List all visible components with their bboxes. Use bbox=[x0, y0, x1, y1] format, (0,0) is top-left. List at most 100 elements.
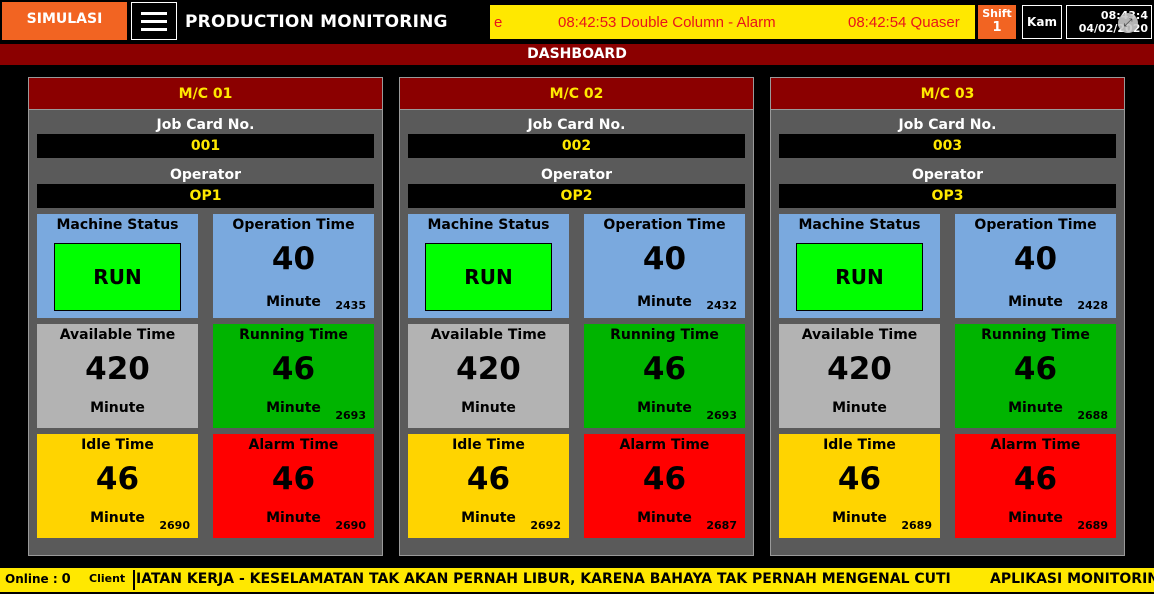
operation-time-label: Operation Time bbox=[603, 217, 726, 233]
shift-label: Shift bbox=[982, 7, 1012, 20]
idle-time-label: Idle Time bbox=[823, 437, 896, 453]
day-indicator: Kam bbox=[1022, 5, 1062, 39]
unit-label: Minute bbox=[832, 400, 887, 416]
top-bar: SIMULASI PRODUCTION MONITORING e 08:42:5… bbox=[0, 0, 1154, 42]
ticker-item-1: 08:42:53 Double Column - Alarm bbox=[558, 14, 776, 31]
alarm-time-value: 46 bbox=[271, 461, 316, 497]
footer-ticker-2: APLIKASI MONITORIN bbox=[990, 571, 1154, 587]
available-time-label: Available Time bbox=[59, 327, 176, 343]
machine-status-label: Machine Status bbox=[427, 217, 550, 233]
operation-time-label: Operation Time bbox=[232, 217, 355, 233]
job-card-label: Job Card No. bbox=[898, 117, 997, 133]
machine-name: M/C 02 bbox=[400, 78, 753, 110]
operation-count: 2435 bbox=[335, 299, 366, 312]
alarm-count: 2690 bbox=[335, 519, 366, 532]
running-time-tile: Running Time 46 Minute 2688 bbox=[955, 324, 1116, 428]
machine-name: M/C 01 bbox=[29, 78, 382, 110]
operation-count: 2428 bbox=[1077, 299, 1108, 312]
available-time-value: 420 bbox=[827, 351, 892, 387]
idle-time-tile: Idle Time 46 Minute 2689 bbox=[779, 434, 940, 538]
idle-time-value: 46 bbox=[837, 461, 882, 497]
idle-time-value: 46 bbox=[95, 461, 140, 497]
operator-label: Operator bbox=[541, 167, 612, 183]
status-badge: RUN bbox=[54, 243, 181, 311]
app-title: PRODUCTION MONITORING bbox=[185, 12, 448, 32]
shift-value: 1 bbox=[992, 20, 1002, 35]
idle-count: 2690 bbox=[159, 519, 190, 532]
alarm-ticker: e 08:42:53 Double Column - Alarm 08:42:5… bbox=[490, 5, 975, 39]
available-time-tile: Available Time 420 Minute bbox=[408, 324, 569, 428]
operation-time-value: 40 bbox=[271, 241, 316, 277]
available-time-label: Available Time bbox=[801, 327, 918, 343]
datetime-display: 08:43:4 04/02/2020 bbox=[1066, 5, 1152, 39]
operator-value: OP3 bbox=[779, 184, 1116, 208]
available-time-label: Available Time bbox=[430, 327, 547, 343]
operator-value: OP2 bbox=[408, 184, 745, 208]
running-time-tile: Running Time 46 Minute 2693 bbox=[584, 324, 745, 428]
idle-time-label: Idle Time bbox=[452, 437, 525, 453]
operator-value: OP1 bbox=[37, 184, 374, 208]
job-card-value: 002 bbox=[408, 134, 745, 158]
machine-panel-02: M/C 02 Job Card No. 002 Operator OP2 Mac… bbox=[399, 77, 754, 556]
alarm-time-tile: Alarm Time 46 Minute 2690 bbox=[213, 434, 374, 538]
footer-divider bbox=[133, 570, 135, 590]
machine-panel-03: M/C 03 Job Card No. 003 Operator OP3 Mac… bbox=[770, 77, 1125, 556]
operation-time-tile: Operation Time 40 Minute 2432 bbox=[584, 214, 745, 318]
ticker-item-2: 08:42:54 Quaser bbox=[848, 14, 960, 31]
idle-time-value: 46 bbox=[466, 461, 511, 497]
machine-status-label: Machine Status bbox=[56, 217, 179, 233]
alarm-count: 2689 bbox=[1077, 519, 1108, 532]
running-count: 2688 bbox=[1077, 409, 1108, 422]
machine-status-tile: Machine Status RUN bbox=[408, 214, 569, 318]
online-label: Online : bbox=[5, 572, 58, 586]
operation-time-tile: Operation Time 40 Minute 2428 bbox=[955, 214, 1116, 318]
fullscreen-icon[interactable]: ⤢ bbox=[1118, 13, 1138, 33]
operator-label: Operator bbox=[912, 167, 983, 183]
shift-indicator: Shift 1 bbox=[978, 5, 1016, 39]
hamburger-menu-icon[interactable] bbox=[131, 2, 177, 40]
idle-time-label: Idle Time bbox=[81, 437, 154, 453]
machine-status-tile: Machine Status RUN bbox=[779, 214, 940, 318]
job-card-label: Job Card No. bbox=[527, 117, 626, 133]
operator-label: Operator bbox=[170, 167, 241, 183]
idle-time-tile: Idle Time 46 Minute 2692 bbox=[408, 434, 569, 538]
running-time-label: Running Time bbox=[610, 327, 719, 343]
simulasi-button[interactable]: SIMULASI bbox=[2, 2, 127, 40]
machine-status-tile: Machine Status RUN bbox=[37, 214, 198, 318]
unit-label: Minute bbox=[461, 400, 516, 416]
available-time-value: 420 bbox=[456, 351, 521, 387]
running-time-label: Running Time bbox=[239, 327, 348, 343]
alarm-time-value: 46 bbox=[1013, 461, 1058, 497]
dashboard-title: DASHBOARD bbox=[0, 44, 1154, 65]
available-time-tile: Available Time 420 Minute bbox=[37, 324, 198, 428]
available-time-value: 420 bbox=[85, 351, 150, 387]
operation-time-value: 40 bbox=[642, 241, 687, 277]
job-card-value: 003 bbox=[779, 134, 1116, 158]
job-card-value: 001 bbox=[37, 134, 374, 158]
alarm-time-label: Alarm Time bbox=[990, 437, 1081, 453]
footer-ticker: IATAN KERJA - KESELAMATAN TAK AKAN PERNA… bbox=[136, 571, 951, 587]
job-card-label: Job Card No. bbox=[156, 117, 255, 133]
running-time-value: 46 bbox=[1013, 351, 1058, 387]
machine-name: M/C 03 bbox=[771, 78, 1124, 110]
alarm-count: 2687 bbox=[706, 519, 737, 532]
status-badge: RUN bbox=[796, 243, 923, 311]
idle-time-tile: Idle Time 46 Minute 2690 bbox=[37, 434, 198, 538]
operation-time-value: 40 bbox=[1013, 241, 1058, 277]
operation-time-label: Operation Time bbox=[974, 217, 1097, 233]
client-label: Client bbox=[89, 572, 126, 585]
online-count: 0 bbox=[61, 572, 71, 587]
alarm-time-tile: Alarm Time 46 Minute 2689 bbox=[955, 434, 1116, 538]
running-count: 2693 bbox=[335, 409, 366, 422]
operation-time-tile: Operation Time 40 Minute 2435 bbox=[213, 214, 374, 318]
running-time-label: Running Time bbox=[981, 327, 1090, 343]
status-badge: RUN bbox=[425, 243, 552, 311]
running-count: 2693 bbox=[706, 409, 737, 422]
footer-bar: Online :0 Client IATAN KERJA - KESELAMAT… bbox=[0, 568, 1154, 592]
alarm-time-label: Alarm Time bbox=[248, 437, 339, 453]
unit-label: Minute bbox=[90, 400, 145, 416]
alarm-time-label: Alarm Time bbox=[619, 437, 710, 453]
idle-count: 2692 bbox=[530, 519, 561, 532]
available-time-tile: Available Time 420 Minute bbox=[779, 324, 940, 428]
running-time-tile: Running Time 46 Minute 2693 bbox=[213, 324, 374, 428]
